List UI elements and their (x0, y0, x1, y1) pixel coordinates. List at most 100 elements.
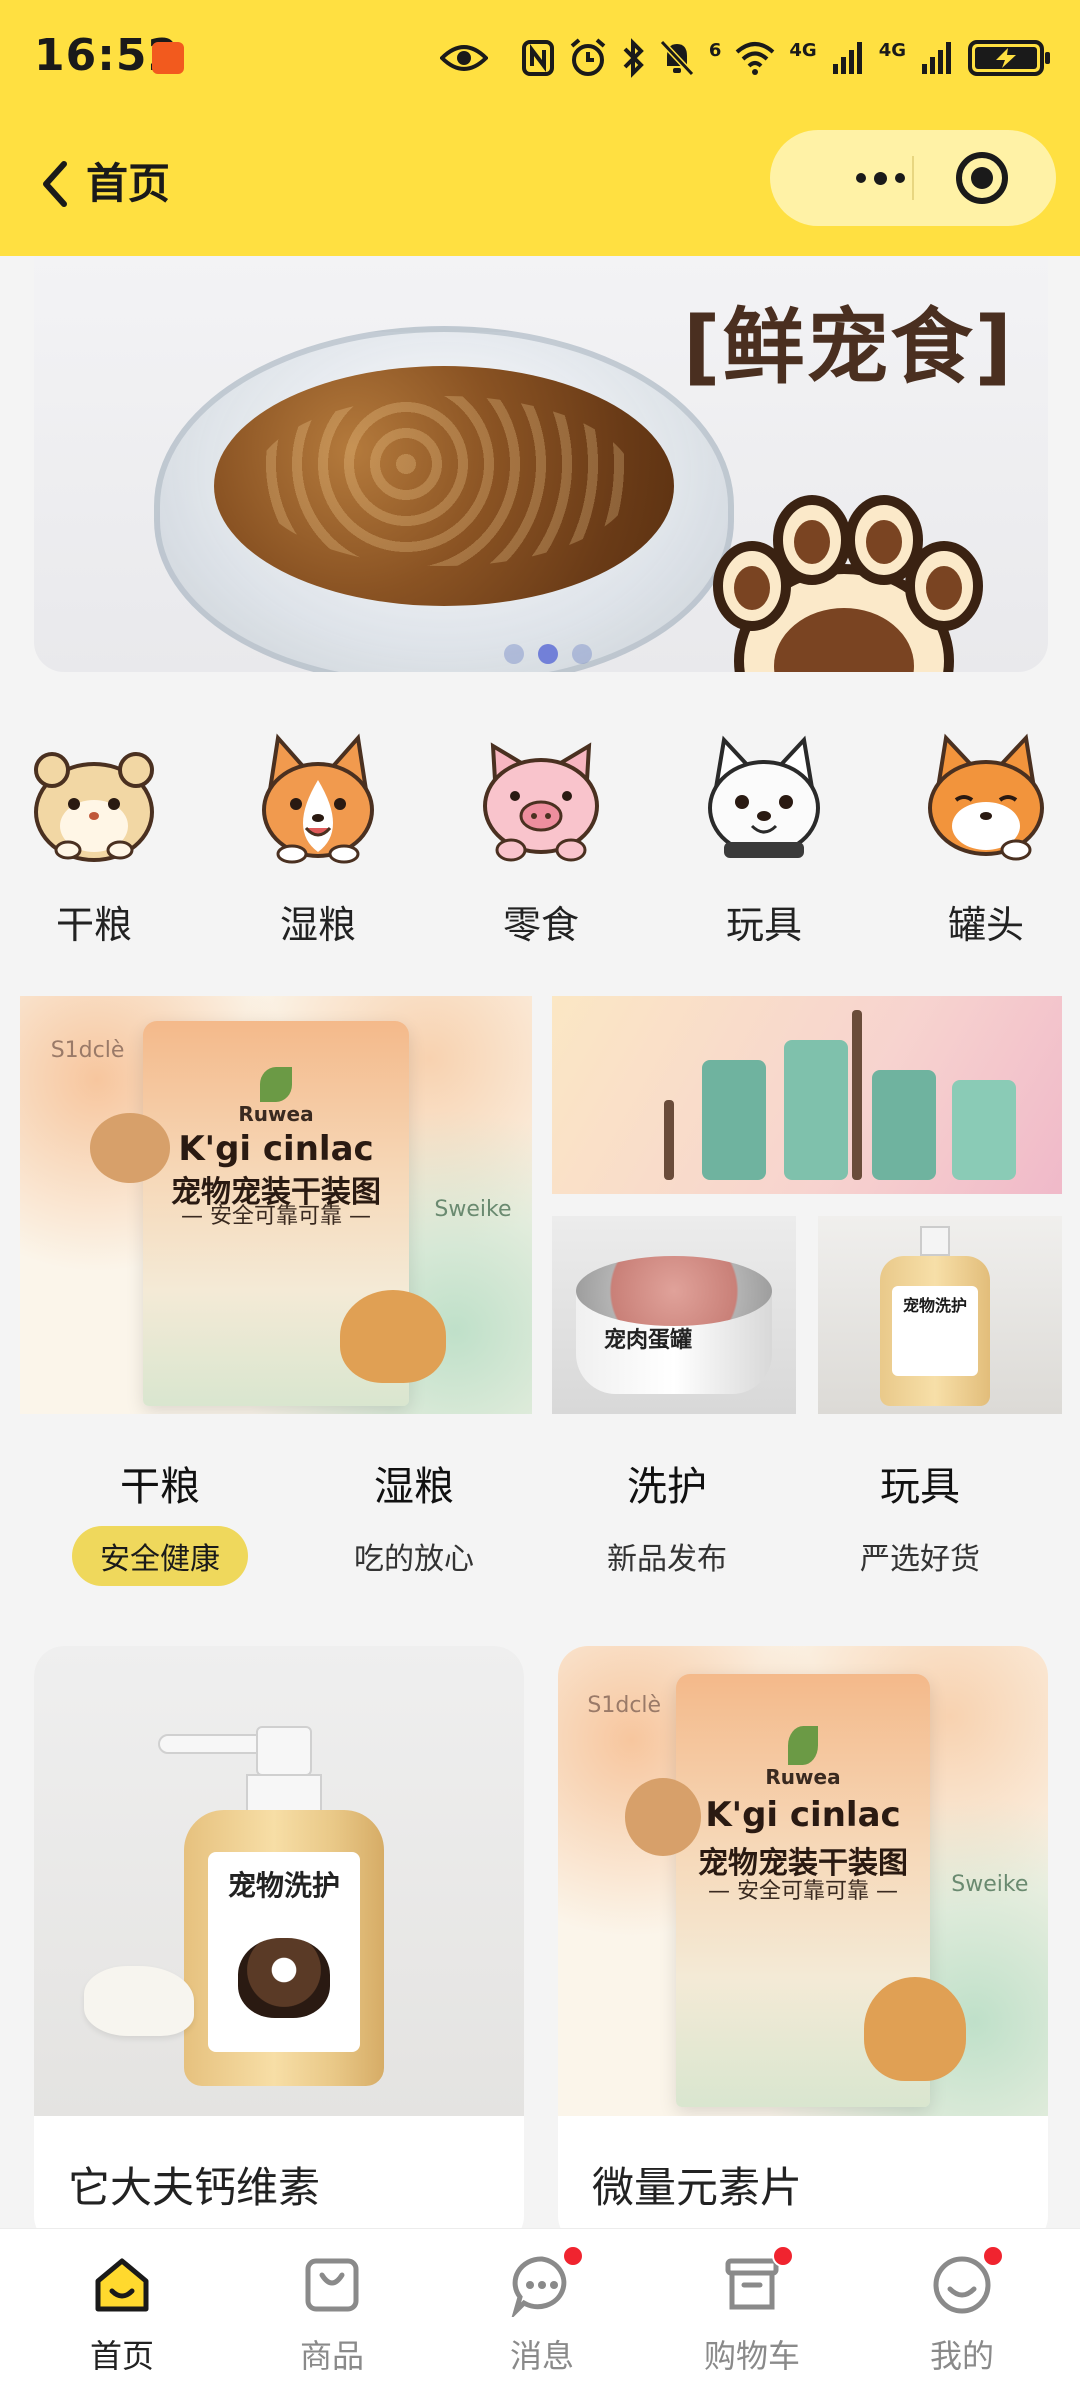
bottle-pump (920, 1226, 950, 1256)
food-bag-image: Ruwea K'gi cinlac 宠物宠装干装图 — 安全可靠可靠 — (89, 1021, 447, 1406)
tab-toys[interactable]: 玩具 严选好货 (794, 1454, 1046, 1604)
dog-illustration (238, 1938, 330, 2018)
home-icon (90, 2253, 154, 2317)
nav-bar: 首页 (0, 116, 1080, 256)
bottom-tab-label: 我的 (929, 2337, 994, 2375)
product-pack-image (872, 1070, 936, 1180)
category-label: 玩具 (725, 903, 802, 947)
bottle-label: 宠物洗护 (892, 1286, 978, 1376)
bottom-tab-label: 首页 (89, 2337, 154, 2375)
product-name: 微量元素片 (592, 2163, 803, 2212)
notification-badge (772, 2245, 794, 2267)
promo-side-text: S1dclè (50, 1037, 125, 1063)
capsule-divider (912, 156, 914, 200)
wet-food-image (214, 366, 674, 606)
shiba-icon (928, 733, 1044, 861)
category-label: 干粮 (55, 903, 132, 947)
close-mini-program-button[interactable] (956, 152, 1008, 204)
product-card[interactable]: S1dclè Sweike Ruwea K'gi cinlac 宠物宠装干装图 … (558, 1646, 1048, 2246)
bottom-tab-mine[interactable]: 我的 (854, 2229, 1070, 2400)
leaf-logo-icon (787, 1726, 819, 1765)
soap-piece-image (84, 1966, 194, 2036)
pig-icon (483, 742, 599, 862)
more-dots-icon (855, 173, 866, 183)
back-arrow-icon[interactable] (34, 154, 74, 214)
alarm-icon (570, 38, 606, 76)
bag-title: K'gi cinlac (178, 1128, 374, 1169)
dog-illustration (864, 1976, 967, 2081)
notification-badge (982, 2245, 1004, 2267)
message-icon (510, 2245, 584, 2320)
tab-wet-food[interactable]: 湿粮 吃的放心 (288, 1454, 540, 1604)
tab-title: 干粮 (120, 1464, 200, 1510)
cat-illustration (624, 1777, 702, 1856)
shampoo-bottle-image: 宠物洗护 (880, 1226, 990, 1406)
leaf-logo-icon (260, 1067, 292, 1102)
bottom-tab-products[interactable]: 商品 (224, 2229, 440, 2400)
promo-toys-image[interactable] (552, 996, 1062, 1194)
category-wet-food[interactable]: 湿粮 (218, 730, 418, 960)
bottle-nozzle (158, 1734, 268, 1754)
eye-icon (440, 45, 488, 71)
category-label: 湿粮 (279, 903, 356, 947)
can-top (576, 1256, 772, 1326)
can-image: 宠肉蛋罐 (576, 1256, 772, 1396)
smile-icon (930, 2245, 1004, 2317)
bottom-tab-messages[interactable]: 消息 (434, 2229, 650, 2400)
system-icons: 6 4G 4G (521, 36, 1050, 80)
more-dot-right (894, 173, 905, 183)
tab-title: 洗护 (627, 1464, 707, 1510)
promo-can-image[interactable]: 宠肉蛋罐 (552, 1216, 796, 1414)
bluetooth-icon (623, 38, 644, 78)
white-dog-icon (708, 735, 820, 858)
wifi-network-label: 6 (708, 39, 722, 61)
product-card[interactable]: 宠物洗护 它大夫钙维素 (34, 1646, 524, 2246)
cat-illustration (89, 1113, 170, 1183)
bottom-tab-label: 商品 (299, 2337, 364, 2375)
carousel-dot[interactable] (504, 644, 524, 664)
app-notification-icon (152, 42, 184, 74)
page-title[interactable]: 首页 (86, 150, 170, 211)
tab-subtitle: 严选好货 (860, 1542, 980, 1577)
brush-image (664, 1100, 674, 1180)
tab-dry-food[interactable]: 干粮 安全健康 (34, 1454, 286, 1604)
bag-cn-subtitle: — 安全可靠可靠 — (707, 1879, 898, 1905)
promo-shampoo-image[interactable]: 宠物洗护 (818, 1216, 1062, 1414)
product-tabs: 干粮 安全健康 湿粮 吃的放心 洗护 新品发布 玩具 严选好货 (0, 1454, 1080, 1604)
notification-badge (562, 2245, 584, 2267)
bottom-tab-home[interactable]: 首页 (14, 2229, 230, 2400)
brush-image (852, 1010, 862, 1180)
banner-carousel[interactable]: [鲜宠食] (34, 256, 1048, 672)
more-dot-center (873, 171, 887, 185)
paw-icon (713, 495, 983, 672)
category-cans[interactable]: 罐头 (886, 730, 1080, 960)
more-menu-button[interactable] (810, 130, 950, 226)
carousel-indicator (504, 644, 592, 664)
can-label: 宠肉蛋罐 (604, 1328, 693, 1353)
signal-icon-1 (832, 42, 862, 74)
bag-icon (300, 2253, 364, 2317)
bottom-tab-cart[interactable]: 购物车 (644, 2229, 860, 2400)
tab-title: 玩具 (880, 1464, 960, 1510)
bottle-neck (246, 1774, 322, 1814)
carousel-dot[interactable] (572, 644, 592, 664)
tab-grooming[interactable]: 洗护 新品发布 (541, 1454, 793, 1604)
category-snacks[interactable]: 零食 (441, 730, 641, 960)
product-image: S1dclè Sweike Ruwea K'gi cinlac 宠物宠装干装图 … (558, 1646, 1048, 2116)
bottom-tab-bar: 首页 商品 消息 购物车 我的 (0, 2228, 1080, 2400)
corgi-icon (262, 733, 374, 864)
bottle-label: 宠物洗护 (208, 1852, 360, 2052)
tab-title: 湿粮 (374, 1464, 454, 1510)
category-toys[interactable]: 玩具 (664, 730, 864, 960)
wifi-icon (736, 42, 775, 75)
promo-dry-food-image[interactable]: S1dclè Sweike Ruwea K'gi cinlac 宠物宠装干装图 … (20, 996, 532, 1414)
category-dry-food[interactable]: 干粮 (0, 730, 194, 960)
carousel-dot-active[interactable] (538, 644, 558, 664)
bottom-tab-label: 消息 (509, 2337, 574, 2375)
bottle-pump (256, 1726, 312, 1776)
bag-title: K'gi cinlac (705, 1795, 901, 1836)
bag-cn-subtitle: — 安全可靠可靠 — (180, 1203, 371, 1229)
product-pack-image (702, 1060, 766, 1180)
tab-subtitle: 安全健康 (72, 1526, 248, 1586)
promo-side-text: S1dclè (587, 1693, 662, 1718)
